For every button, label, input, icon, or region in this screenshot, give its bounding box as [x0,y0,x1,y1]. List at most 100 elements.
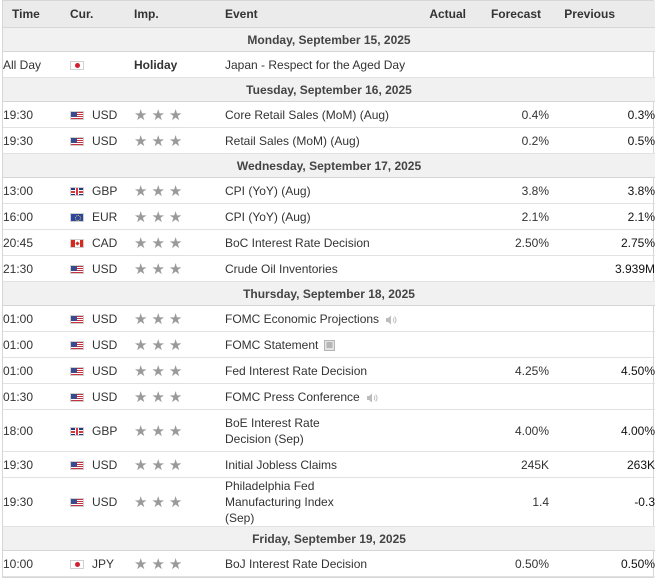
event-currency: USD [92,133,118,148]
document-icon[interactable] [324,339,336,351]
event-name[interactable]: Initial Jobless Claims [225,458,337,472]
day-header-row: Monday, September 15, 2025 [3,27,655,52]
event-cell[interactable]: Initial Jobless Claims [225,451,410,478]
col-header-previous[interactable]: Previous [549,1,655,28]
event-time: 10:00 [3,550,70,577]
event-actual [410,203,474,230]
event-row[interactable]: 19:30 USD ★★★ Philadelphia Fed Manufacturin… [3,477,655,527]
event-row[interactable]: 18:00 GBP ★★★ BoE Interest Rate Decision (S… [3,409,655,452]
star-icon: ★★★ [134,106,187,124]
event-cell[interactable]: Retail Sales (MoM) (Aug) [225,127,410,154]
event-forecast: 2.50% [474,229,549,256]
col-header-time[interactable]: Time [3,1,70,28]
event-cell[interactable]: FOMC Economic Projections [225,305,410,332]
col-header-currency[interactable]: Cur. [70,1,134,28]
event-currency-cell [70,51,134,78]
event-name[interactable]: Philadelphia Fed Manufacturing Index (Se… [225,479,334,525]
us-flag-icon [70,136,84,146]
col-header-event[interactable]: Event [225,1,410,28]
event-cell[interactable]: Philadelphia Fed Manufacturing Index (Se… [225,477,410,527]
event-cell[interactable]: Core Retail Sales (MoM) (Aug) [225,101,410,128]
event-name[interactable]: BoJ Interest Rate Decision [225,557,367,571]
event-name[interactable]: FOMC Statement [225,338,318,352]
event-time: 16:00 [3,203,70,230]
event-name[interactable]: FOMC Press Conference [225,390,360,404]
event-name[interactable]: FOMC Economic Projections [225,312,379,326]
event-cell[interactable]: CPI (YoY) (Aug) [225,177,410,204]
event-time: 19:30 [3,477,70,527]
event-row[interactable]: 01:00 USD ★★★ Fed Interest Rate Decision 4.2… [3,357,655,384]
event-cell[interactable]: FOMC Press Conference [225,383,410,410]
event-cell[interactable]: BoC Interest Rate Decision [225,229,410,256]
event-cell[interactable]: Fed Interest Rate Decision [225,357,410,384]
event-actual [410,229,474,256]
event-time: 19:30 [3,127,70,154]
event-actual [410,101,474,128]
day-header-row: Tuesday, September 16, 2025 [3,77,655,102]
gb-flag-icon [70,186,84,196]
day-header-row: Wednesday, September 17, 2025 [3,153,655,178]
us-flag-icon [70,340,84,350]
speaker-icon[interactable] [385,314,397,325]
event-name[interactable]: BoC Interest Rate Decision [225,236,370,250]
event-row[interactable]: 01:00 USD ★★★ FOMC Statement [3,331,655,358]
event-name[interactable]: CPI (YoY) (Aug) [225,184,311,198]
event-forecast: 3.8% [474,177,549,204]
eu-flag-icon [70,212,84,222]
event-importance: Holiday [134,51,225,78]
event-forecast: 0.50% [474,550,549,577]
event-name[interactable]: BoE Interest Rate Decision (Sep) [225,416,320,446]
star-icon: ★★★ [134,208,187,226]
us-flag-icon [70,366,84,376]
event-currency-cell: USD [70,101,134,128]
col-header-forecast[interactable]: Forecast [474,1,549,28]
event-name[interactable]: Retail Sales (MoM) (Aug) [225,134,360,148]
us-flag-icon [70,498,84,508]
event-row[interactable]: 13:00 GBP ★★★ CPI (YoY) (Aug) 3.8% 3.8% [3,177,655,204]
event-row[interactable]: 01:30 USD ★★★ FOMC Press Conference [3,383,655,410]
event-time: 01:00 [3,331,70,358]
event-cell[interactable]: Japan - Respect for the Aged Day [225,51,410,78]
event-row[interactable]: 20:45 CAD ★★★ BoC Interest Rate Decision 2.5… [3,229,655,256]
event-actual [410,127,474,154]
col-header-actual[interactable]: Actual [410,1,474,28]
importance-stars: ★★★ [134,383,225,410]
event-name[interactable]: Fed Interest Rate Decision [225,364,367,378]
event-previous: 0.50% [549,550,655,577]
event-cell[interactable]: BoJ Interest Rate Decision [225,550,410,577]
star-icon: ★★★ [134,388,187,406]
event-forecast [474,305,549,332]
col-header-importance[interactable]: Imp. [134,1,225,28]
event-cell[interactable]: Crude Oil Inventories [225,255,410,282]
star-icon: ★★★ [134,132,187,150]
star-icon: ★★★ [134,260,187,278]
event-name[interactable]: Japan - Respect for the Aged Day [225,58,405,72]
event-currency-cell: USD [70,127,134,154]
event-currency: USD [92,311,118,326]
event-cell[interactable]: CPI (YoY) (Aug) [225,203,410,230]
event-actual [410,409,474,452]
event-name[interactable]: Crude Oil Inventories [225,262,338,276]
ca-flag-icon [70,238,84,248]
event-row[interactable]: 10:00 JPY ★★★ BoJ Interest Rate Decision 0.5… [3,550,655,577]
event-row[interactable]: 21:30 USD ★★★ Crude Oil Inventories 3.939M [3,255,655,282]
event-currency: USD [92,107,118,122]
event-forecast [474,51,549,78]
event-row[interactable]: 01:00 USD ★★★ FOMC Economic Projections [3,305,655,332]
event-currency-cell: CAD [70,229,134,256]
speaker-icon[interactable] [366,392,378,403]
day-header-row: Friday, September 19, 2025 [3,526,655,551]
event-actual [410,177,474,204]
us-flag-icon [70,264,84,274]
event-row[interactable]: 19:30 USD ★★★ Retail Sales (MoM) (Aug) 0.2% 0… [3,127,655,154]
event-name[interactable]: CPI (YoY) (Aug) [225,210,311,224]
importance-stars: ★★★ [134,255,225,282]
event-row[interactable]: All Day Holiday Japan - Respect for the Ag… [3,51,655,78]
event-row[interactable]: 19:30 USD ★★★ Core Retail Sales (MoM) (Aug)… [3,101,655,128]
event-cell[interactable]: FOMC Statement [225,331,410,358]
event-name[interactable]: Core Retail Sales (MoM) (Aug) [225,108,389,122]
event-cell[interactable]: BoE Interest Rate Decision (Sep) [225,409,410,452]
event-row[interactable]: 19:30 USD ★★★ Initial Jobless Claims 245K 263… [3,451,655,478]
event-row[interactable]: 16:00 EUR ★★★ CPI (YoY) (Aug) 2.1% 2.1% [3,203,655,230]
event-actual [410,550,474,577]
